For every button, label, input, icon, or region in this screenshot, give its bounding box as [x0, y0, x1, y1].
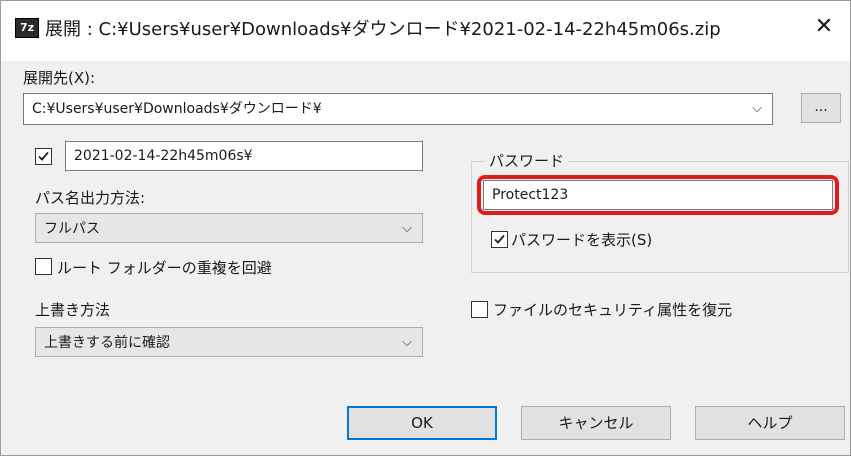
password-highlight-annotation — [477, 175, 839, 215]
title-bar: 7z 展開 : C:¥Users¥user¥Downloads¥ダウンロード¥2… — [1, 1, 850, 61]
subfolder-checkbox[interactable] — [35, 148, 52, 165]
overwrite-mode-value: 上書きする前に確認 — [44, 335, 170, 351]
overwrite-mode-label: 上書き方法 — [35, 301, 111, 319]
check-icon — [38, 151, 49, 161]
show-password-label: パスワードを表示(S) — [511, 231, 653, 249]
password-group-label: パスワード — [485, 150, 569, 171]
extract-to-label: 展開先(X): — [23, 69, 96, 87]
check-icon — [494, 234, 505, 244]
path-mode-value: フルパス — [44, 221, 100, 237]
subfolder-name-input[interactable] — [66, 142, 422, 170]
eliminate-duplicate-checkbox[interactable] — [35, 258, 52, 275]
restore-security-label: ファイルのセキュリティ属性を復元 — [493, 301, 733, 319]
help-button[interactable]: ヘルプ — [695, 406, 845, 440]
restore-security-checkbox[interactable] — [471, 301, 488, 318]
cancel-button[interactable]: キャンセル — [521, 406, 671, 440]
window-title: 展開 : C:¥Users¥user¥Downloads¥ダウンロード¥2021… — [45, 19, 721, 40]
chevron-down-icon[interactable]: ⌵ — [402, 214, 412, 244]
7zip-app-icon: 7z — [15, 18, 39, 38]
subfolder-name-field[interactable] — [65, 141, 423, 171]
close-icon[interactable]: ✕ — [806, 9, 842, 45]
eliminate-duplicate-label: ルート フォルダーの重複を回避 — [57, 259, 272, 277]
ok-button[interactable]: OK — [347, 406, 497, 440]
extract-dialog: 7z 展開 : C:¥Users¥user¥Downloads¥ダウンロード¥2… — [0, 0, 851, 456]
show-password-checkbox[interactable] — [491, 231, 508, 248]
overwrite-mode-select[interactable]: 上書きする前に確認 ⌵ — [35, 327, 423, 357]
extract-path-combobox[interactable]: C:¥Users¥user¥Downloads¥ダウンロード¥ ⌵ — [23, 93, 773, 125]
path-mode-label: パス名出力方法: — [35, 189, 146, 207]
extract-path-value: C:¥Users¥user¥Downloads¥ダウンロード¥ — [32, 101, 322, 117]
browse-button[interactable]: ... — [801, 93, 841, 123]
chevron-down-icon[interactable]: ⌵ — [752, 94, 762, 124]
path-mode-select[interactable]: フルパス ⌵ — [35, 213, 423, 243]
chevron-down-icon[interactable]: ⌵ — [402, 328, 412, 358]
